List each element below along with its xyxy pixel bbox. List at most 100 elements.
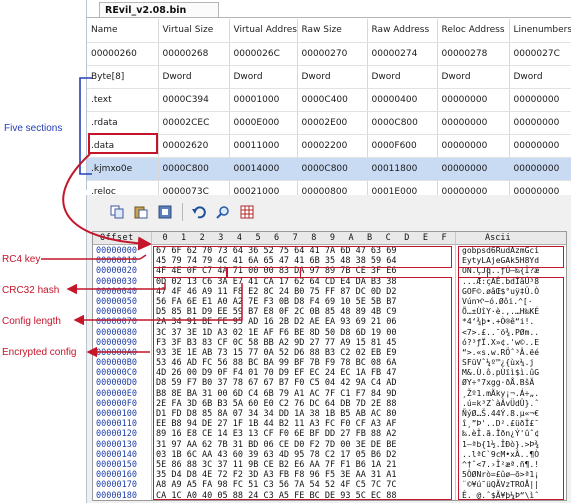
ascii-separator [455, 232, 456, 500]
table-cell: Reloc Address [437, 19, 510, 43]
hex-row-offset: 00000010 [96, 256, 137, 267]
table-cell: .rdata [87, 111, 159, 135]
hex-row-offset: 000000E0 [96, 388, 137, 399]
hex-row-offset: 00000100 [96, 409, 137, 419]
hex-toolbar [87, 195, 571, 230]
table-cell: 0000F600 [367, 134, 438, 158]
table-row[interactable]: Byte[8] Dword Dword Dword Dword Dword Dword [87, 65, 571, 89]
hex-view[interactable]: Offset 0 1 2 3 4 5 6 7 8 9 A B C D E F Ascii 00000000 6 7… [92, 231, 567, 501]
kjmxo0e-highlight-box [88, 133, 158, 154]
table-cell: .kjmxo0e [87, 157, 159, 181]
table-cell: .text [87, 88, 159, 112]
hex-row-offset: 00000180 [96, 490, 137, 501]
hex-column-header: E [422, 233, 428, 243]
paste-icon[interactable] [133, 204, 149, 220]
table-cell: 00002E00 [297, 111, 368, 135]
table-cell: 00000000 [437, 111, 510, 135]
table-cell: Virtual Address [229, 19, 298, 43]
table-cell: 00000000 [437, 157, 510, 181]
hex-column-header: 7 [292, 233, 298, 243]
rc4-key-label: RC4 key [2, 254, 41, 265]
hex-editor-pane: Offset 0 1 2 3 4 5 6 7 8 9 A B C D E F Ascii 00000000 6 7… [86, 195, 571, 503]
hex-column-header: 6 [274, 233, 280, 243]
table-cell: 00000000 [509, 157, 571, 181]
table-row[interactable]: .rdata 00002CEC 0000E000 00002E00 0000C800 00… [87, 111, 571, 135]
hex-column-header: 9 [329, 233, 335, 243]
five-sections-label: Five sections [4, 123, 63, 134]
hex-column-header: C [385, 233, 391, 243]
table-cell: 00002CEC [158, 111, 230, 135]
table-cell: 00000000 [509, 134, 571, 158]
table-cell: Dword [229, 65, 298, 89]
table-cell: 00002200 [297, 134, 368, 158]
offset-column-header: Offset [100, 233, 134, 243]
hex-column-header: 2 [199, 233, 205, 243]
hex-row-offset: 000000B0 [96, 358, 137, 369]
table-row[interactable]: 00000260 00000268 0000026C 00000270 00000274… [87, 42, 571, 66]
table-cell: Dword [509, 65, 571, 89]
table-row[interactable]: .text 0000C394 00001000 0000C400 00000400 000… [87, 88, 571, 112]
table-cell: 00000268 [158, 42, 230, 66]
config-length-label: Config length [2, 316, 61, 327]
hex-row-offset: 00000120 [96, 429, 137, 440]
tab-strip-divider [87, 17, 571, 18]
hex-column-header: 3 [218, 233, 224, 243]
table-cell: Raw Size [297, 19, 368, 43]
hex-row-offset: 00000140 [96, 449, 137, 460]
table-cell: 0000C394 [158, 88, 230, 112]
hex-row-offset: 00000060 [96, 307, 137, 318]
table-row[interactable]: .data 00002620 00011000 00002200 0000F600 000… [87, 134, 571, 158]
grid-icon[interactable] [239, 204, 255, 220]
hex-row-offset: 00000090 [96, 337, 137, 348]
table-cell: 00000400 [367, 88, 438, 112]
hex-row-offset: 00000160 [96, 470, 137, 481]
table-cell: 00000270 [297, 42, 368, 66]
hex-row-offset: 00000050 [96, 296, 137, 307]
hex-column-header: 0 [162, 233, 168, 243]
table-cell: 0000C800 [158, 157, 230, 181]
screenshot-root: REvil_v2.08.bin Name Virtual Size Virtual … [0, 0, 571, 503]
undo-icon[interactable] [191, 204, 207, 220]
hex-row-offset: 000000F0 [96, 398, 137, 409]
table-cell: 0000C800 [367, 111, 438, 135]
hex-row-offset: 00000110 [96, 419, 137, 430]
hex-row-offset: 00000030 [96, 276, 137, 287]
table-cell: 00000000 [437, 134, 510, 158]
table-cell: 00000260 [87, 42, 159, 66]
table-cell: Virtual Size [158, 19, 230, 43]
copy-icon[interactable] [109, 204, 125, 220]
table-row[interactable]: .kjmxo0e 0000C800 00014000 0000C800 00011800… [87, 157, 571, 181]
file-tab[interactable]: REvil_v2.08.bin [99, 2, 219, 18]
hex-row-offset: 00000170 [96, 480, 137, 491]
table-cell: 00014000 [229, 157, 298, 181]
hex-row-offset: 00000020 [96, 266, 137, 277]
table-cell: 00000000 [509, 88, 571, 112]
hex-header: Offset 0 1 2 3 4 5 6 7 8 9 A B C D E F Ascii [93, 232, 566, 245]
cut-icon[interactable] [157, 204, 173, 220]
table-header-row[interactable]: Name Virtual Size Virtual Address Raw Size R… [87, 19, 571, 43]
table-cell: 00000274 [367, 42, 438, 66]
table-cell: 0000027C [509, 42, 571, 66]
hex-column-header: 1 [181, 233, 187, 243]
table-cell: 0000C800 [297, 157, 368, 181]
rc4-key-ascii-box [458, 246, 564, 268]
encrypted-config-box [153, 276, 452, 500]
hex-row-offset: 000000A0 [96, 347, 137, 358]
table-cell: Dword [158, 65, 230, 89]
hex-column-header: B [367, 233, 373, 243]
encrypted-config-ascii-box [458, 276, 564, 500]
section-header-pane: REvil_v2.08.bin Name Virtual Size Virtual … [86, 0, 571, 204]
table-cell: 0000E000 [229, 111, 298, 135]
search-icon[interactable] [215, 204, 231, 220]
rc4-key-box [153, 246, 452, 268]
ascii-column-header: Ascii [485, 233, 511, 243]
table-cell: Linenumbers [509, 19, 571, 43]
table-cell: 0000026C [229, 42, 298, 66]
hex-row-offset: 00000000 [96, 246, 137, 256]
hex-column-header: 4 [236, 233, 242, 243]
hex-row-offset: 00000130 [96, 439, 137, 450]
table-cell: Name [87, 19, 159, 43]
table-cell: 00000000 [509, 111, 571, 135]
hex-column-header: 8 [311, 233, 317, 243]
table-cell: 00000278 [437, 42, 510, 66]
